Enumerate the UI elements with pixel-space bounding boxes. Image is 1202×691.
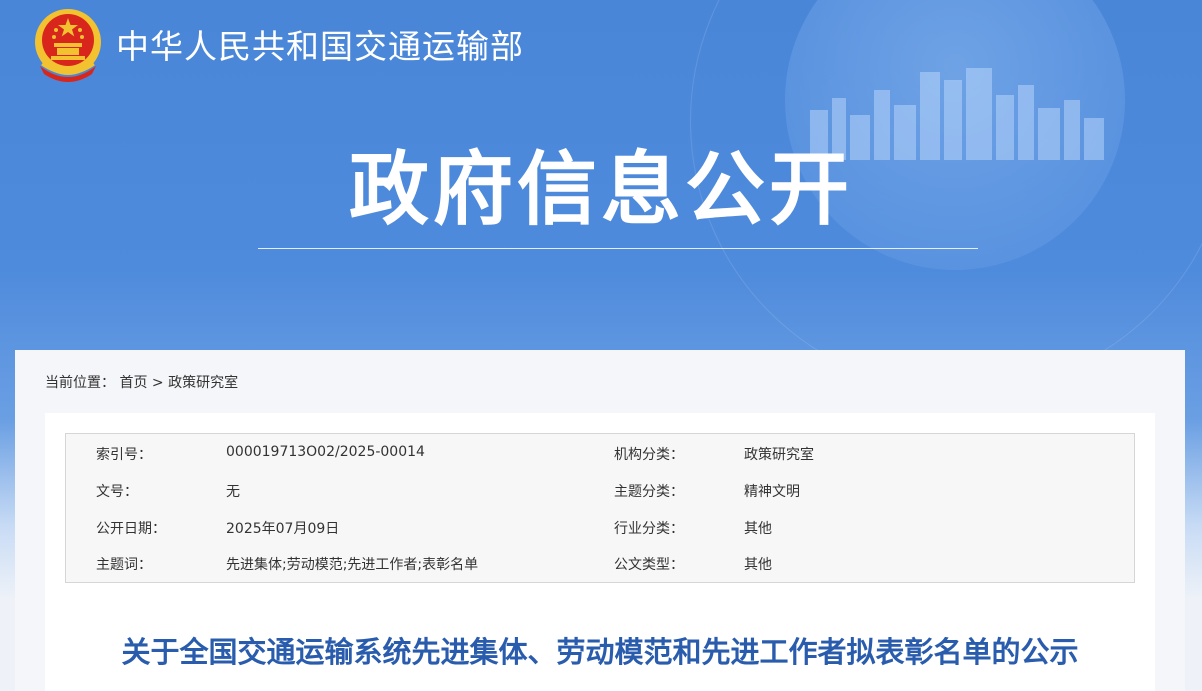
meta-index-no-value: 000019713O02/2025-00014 [226, 444, 425, 460]
meta-org-label: 机构分类： [614, 447, 684, 463]
meta-topic-label: 主题分类： [614, 484, 684, 500]
meta-doc-no-label: 文号： [96, 484, 138, 500]
meta-date-label: 公开日期： [96, 521, 166, 537]
breadcrumb-current-link[interactable]: 政策研究室 [168, 375, 238, 391]
meta-industry-label: 行业分类： [614, 521, 684, 537]
title-underline [258, 248, 978, 249]
meta-doctype-label: 公文类型： [614, 557, 684, 573]
meta-keywords-value: 先进集体;劳动模范;先进工作者;表彰名单 [226, 557, 479, 573]
meta-topic-value: 精神文明 [744, 484, 800, 500]
meta-index-no-label: 索引号： [96, 447, 152, 463]
breadcrumb: 当前位置： 首页 > 政策研究室 [45, 372, 238, 392]
meta-org-value: 政策研究室 [744, 447, 814, 463]
article-card: 索引号： 000019713O02/2025-00014 机构分类： 政策研究室… [45, 413, 1155, 691]
national-emblem-icon [35, 9, 101, 82]
meta-keywords-label: 主题词： [96, 557, 152, 573]
meta-date-value: 2025年07月09日 [226, 521, 340, 537]
breadcrumb-prefix: 当前位置： [45, 375, 115, 391]
page-title: 政府信息公开 [349, 143, 853, 236]
document-meta-table: 索引号： 000019713O02/2025-00014 机构分类： 政策研究室… [65, 433, 1135, 583]
meta-doctype-value: 其他 [744, 557, 772, 573]
meta-doc-no-value: 无 [226, 484, 240, 500]
site-name[interactable]: 中华人民共和国交通运输部 [116, 20, 524, 68]
meta-industry-value: 其他 [744, 521, 772, 537]
article-title: 关于全国交通运输系统先进集体、劳动模范和先进工作者拟表彰名单的公示 [121, 635, 1079, 669]
breadcrumb-separator: > [151, 375, 164, 391]
content-area: 当前位置： 首页 > 政策研究室 索引号： 000019713O02/2025-… [15, 350, 1185, 691]
breadcrumb-home-link[interactable]: 首页 [119, 375, 147, 391]
